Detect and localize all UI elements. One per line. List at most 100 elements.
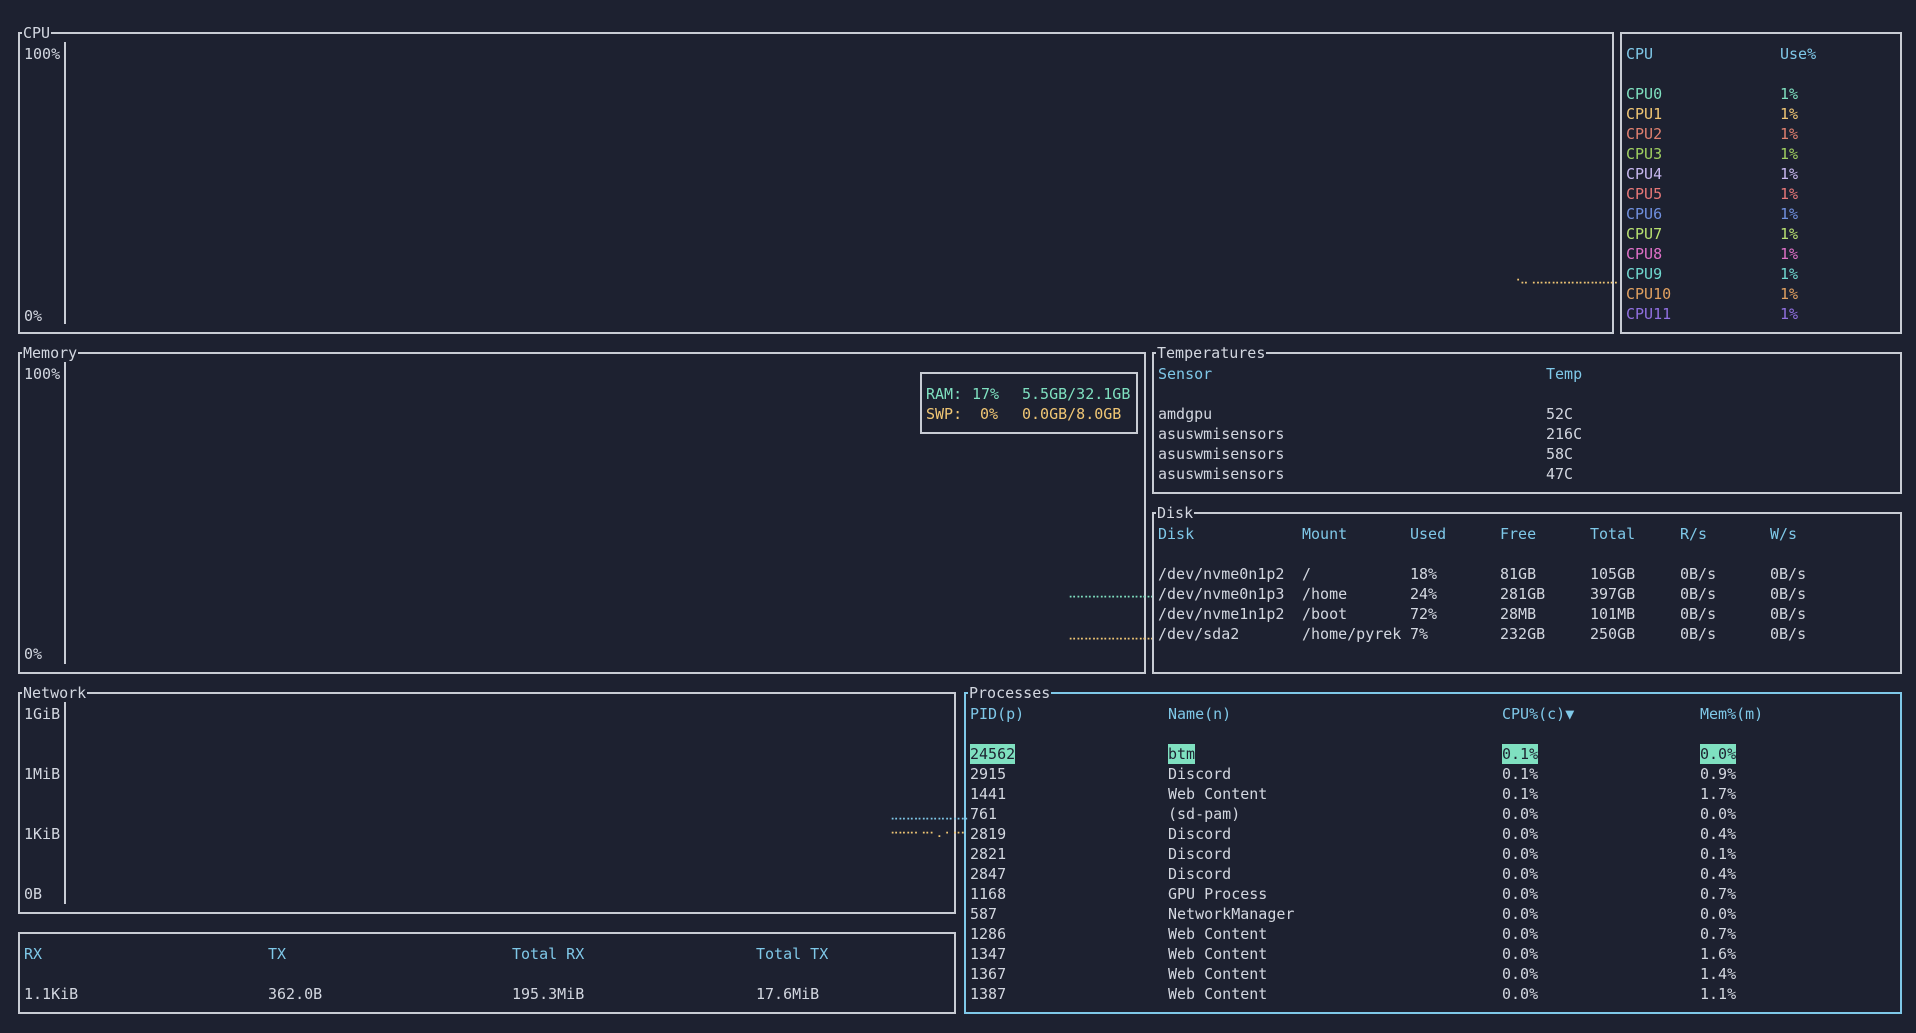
process-pid[interactable]: 2847 bbox=[970, 864, 1006, 884]
process-pid[interactable]: 761 bbox=[970, 804, 997, 824]
process-mem[interactable]: 0.7% bbox=[1700, 924, 1736, 944]
cpu-graph-panel[interactable]: CPU 100% 0% ⠈⠒⠐⠒⠒⠒⠒⠒⠒⠒⠒⠒⠒⠂ bbox=[18, 23, 1622, 334]
cpu-row-use: 1% bbox=[1780, 225, 1799, 243]
temperature-sensor: amdgpu bbox=[1158, 405, 1213, 423]
cpu-row-name[interactable]: CPU4 bbox=[1626, 164, 1662, 184]
cpu-row-name[interactable]: CPU7 bbox=[1626, 224, 1662, 244]
cpu-row-name[interactable]: CPU9 bbox=[1626, 264, 1662, 284]
process-cpu[interactable]: 0.0% bbox=[1502, 844, 1538, 864]
cpu-usage-table-panel[interactable]: CPU Use% CPU0 1% CPU1 1% CPU2 1% CPU3 1% CPU4 1% C… bbox=[1620, 32, 1902, 334]
process-cpu[interactable]: 0.0% bbox=[1502, 964, 1538, 984]
process-pid[interactable]: 1441 bbox=[970, 784, 1006, 804]
temp-col-header[interactable]: Temp bbox=[1546, 364, 1582, 384]
disk-header-read-rate[interactable]: R/s bbox=[1680, 524, 1707, 544]
process-name[interactable]: btm bbox=[1168, 744, 1196, 764]
process-name[interactable]: (sd-pam) bbox=[1168, 804, 1240, 824]
process-pid[interactable]: 2821 bbox=[970, 844, 1006, 864]
cpu-graph-trace: ⠈⠒⠐⠒⠒⠒⠒⠒⠒⠒⠒⠒⠒⠂ bbox=[1512, 277, 1622, 291]
process-mem[interactable]: 0.4% bbox=[1700, 864, 1736, 884]
process-name[interactable]: GPU Process bbox=[1168, 884, 1267, 904]
temperature-value: 47C bbox=[1546, 465, 1574, 483]
mem-percent-col-header[interactable]: Mem%(m) bbox=[1700, 704, 1763, 724]
process-cpu[interactable]: 0.0% bbox=[1502, 824, 1538, 844]
process-name[interactable]: Discord bbox=[1168, 824, 1231, 844]
process-cpu[interactable]: 0.0% bbox=[1502, 984, 1538, 1004]
process-pid[interactable]: 1367 bbox=[970, 964, 1006, 984]
process-pid[interactable]: 2915 bbox=[970, 764, 1006, 784]
cpu-row-name[interactable]: CPU11 bbox=[1626, 304, 1671, 324]
process-pid[interactable]: 1168 bbox=[970, 884, 1006, 904]
pid-col-header[interactable]: PID(p) bbox=[970, 704, 1024, 724]
disk-panel[interactable]: Disk Disk Mount Used Free Total R/s W/s/dev/nv… bbox=[1152, 503, 1902, 674]
process-cpu[interactable]: 0.0% bbox=[1502, 804, 1538, 824]
disk-header-free[interactable]: Free bbox=[1500, 524, 1536, 544]
network-graph-panel[interactable]: Network 1GiB 1MiB 1KiB 0B ⠒⠒⠒⠒⠒⠒⠒⠒⠒⠒ ⠒⠒⠒⠂⠒⠂… bbox=[18, 683, 969, 914]
cpu-row-name[interactable]: CPU6 bbox=[1626, 204, 1662, 224]
disk-header-mount[interactable]: Mount bbox=[1302, 524, 1347, 544]
disk-header-write-rate[interactable]: W/s bbox=[1770, 524, 1797, 544]
cpu-row-name[interactable]: CPU0 bbox=[1626, 84, 1662, 104]
disk-header-used[interactable]: Used bbox=[1410, 524, 1446, 544]
process-mem[interactable]: 0.0% bbox=[1700, 744, 1737, 764]
process-cpu[interactable]: 0.0% bbox=[1502, 924, 1538, 944]
process-mem[interactable]: 1.4% bbox=[1700, 964, 1736, 984]
process-cpu[interactable]: 0.0% bbox=[1502, 884, 1538, 904]
cpu-row-use: 1% bbox=[1780, 265, 1799, 283]
process-name[interactable]: Discord bbox=[1168, 864, 1231, 884]
process-mem[interactable]: 0.0% bbox=[1700, 804, 1736, 824]
process-mem[interactable]: 1.7% bbox=[1700, 784, 1736, 804]
process-pid[interactable]: 1347 bbox=[970, 944, 1006, 964]
process-mem[interactable]: 0.4% bbox=[1700, 824, 1736, 844]
process-cpu[interactable]: 0.1% bbox=[1502, 744, 1539, 764]
process-mem[interactable]: 1.1% bbox=[1700, 984, 1736, 1004]
process-pid[interactable]: 1286 bbox=[970, 924, 1006, 944]
total-tx-value: 17.6MiB bbox=[756, 985, 820, 1003]
process-name[interactable]: Web Content bbox=[1168, 984, 1267, 1004]
use-col-header[interactable]: Use% bbox=[1780, 44, 1816, 64]
process-name[interactable]: Discord bbox=[1168, 844, 1231, 864]
process-name[interactable]: Web Content bbox=[1168, 964, 1267, 984]
process-name[interactable]: Web Content bbox=[1168, 944, 1267, 964]
disk-free: 81GB bbox=[1500, 565, 1537, 583]
disk-used: 72% bbox=[1410, 605, 1438, 623]
swap-legend-amount: 0.0GB/8.0GB bbox=[1022, 405, 1122, 423]
cpu-row-name[interactable]: CPU10 bbox=[1626, 284, 1671, 304]
cpu-row-name[interactable]: CPU1 bbox=[1626, 104, 1662, 124]
disk-mount: /boot bbox=[1302, 605, 1348, 623]
process-name[interactable]: Web Content bbox=[1168, 784, 1267, 804]
process-cpu[interactable]: 0.1% bbox=[1502, 764, 1538, 784]
process-cpu[interactable]: 0.0% bbox=[1502, 904, 1538, 924]
process-pid[interactable]: 2819 bbox=[970, 824, 1006, 844]
process-pid[interactable]: 587 bbox=[970, 904, 997, 924]
process-mem[interactable]: 0.0% bbox=[1700, 904, 1736, 924]
cpu-row-name[interactable]: CPU8 bbox=[1626, 244, 1662, 264]
process-pid[interactable]: 1387 bbox=[970, 984, 1006, 1004]
disk-header-name[interactable]: Disk bbox=[1158, 524, 1194, 544]
memory-graph-panel[interactable]: Memory 100% 0% ⠒⠒⠒⠒⠒⠒⠒⠒⠒⠒⠒ ⠒⠒⠒⠒⠒⠒⠒⠒⠒⠒⠒ R… bbox=[18, 343, 1155, 674]
process-mem[interactable]: 0.7% bbox=[1700, 884, 1736, 904]
disk-write-rate: 0B/s bbox=[1770, 625, 1807, 643]
disk-header-total[interactable]: Total bbox=[1590, 524, 1635, 544]
process-cpu[interactable]: 0.0% bbox=[1502, 864, 1538, 884]
process-name[interactable]: Discord bbox=[1168, 764, 1231, 784]
temperatures-panel[interactable]: Temperatures Sensor Temp amdgpu 52C asuswm… bbox=[1152, 343, 1902, 494]
name-col-header[interactable]: Name(n) bbox=[1168, 704, 1231, 724]
process-mem[interactable]: 0.9% bbox=[1700, 764, 1736, 784]
process-mem[interactable]: 1.6% bbox=[1700, 944, 1736, 964]
cpu-row-name[interactable]: CPU3 bbox=[1626, 144, 1662, 164]
network-summary-panel[interactable]: RX 1.1KiB TX 362.0B Total RX 195.3MiB Total TX… bbox=[18, 932, 956, 1014]
process-name[interactable]: Web Content bbox=[1168, 924, 1267, 944]
temperature-value: 216C bbox=[1546, 425, 1583, 443]
process-name[interactable]: NetworkManager bbox=[1168, 904, 1294, 924]
process-cpu[interactable]: 0.1% bbox=[1502, 784, 1538, 804]
processes-panel[interactable]: Processes PID(p) Name(n) CPU%(c)▼ Mem%(m… bbox=[964, 683, 1902, 1014]
cpu-percent-col-header[interactable]: CPU%(c)▼ bbox=[1502, 704, 1574, 724]
cpu-row-name[interactable]: CPU2 bbox=[1626, 124, 1662, 144]
process-cpu[interactable]: 0.0% bbox=[1502, 944, 1538, 964]
cpu-row-name[interactable]: CPU5 bbox=[1626, 184, 1662, 204]
disk-total: 250GB bbox=[1590, 625, 1636, 643]
process-mem[interactable]: 0.1% bbox=[1700, 844, 1736, 864]
sensor-col-header[interactable]: Sensor bbox=[1158, 364, 1212, 384]
cpu-col-header[interactable]: CPU bbox=[1626, 44, 1653, 64]
process-pid[interactable]: 24562 bbox=[970, 744, 1016, 764]
